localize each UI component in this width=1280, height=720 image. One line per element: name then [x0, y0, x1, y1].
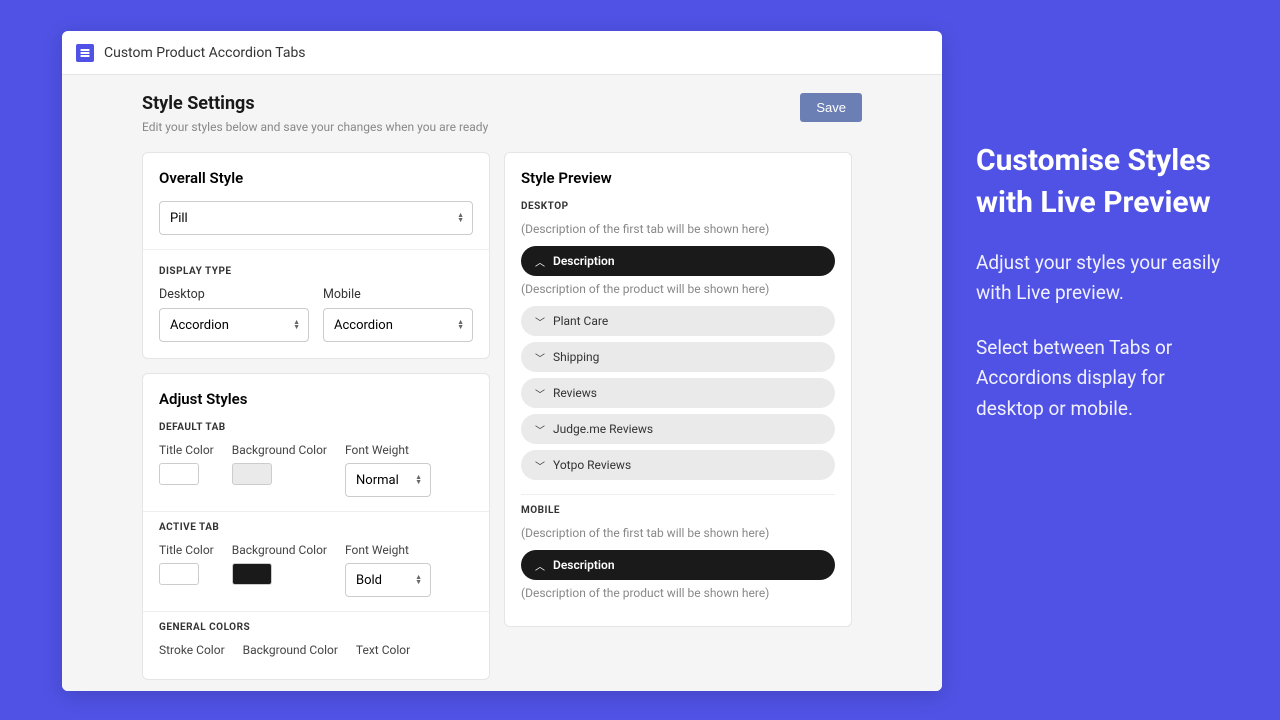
- app-body: Style Settings Edit your styles below an…: [62, 75, 942, 691]
- overall-style-title: Overall Style: [159, 169, 473, 187]
- mobile-display-value: Accordion: [334, 318, 393, 333]
- mobile-accordion-preview: ︿ Description (Description of the product …: [521, 550, 835, 600]
- accordion-item-label: Reviews: [553, 386, 597, 400]
- accordion-item-label: Judge.me Reviews: [553, 422, 653, 436]
- mobile-display-select[interactable]: Accordion ▲▼: [323, 308, 473, 342]
- accordion-item[interactable]: ﹀ Judge.me Reviews: [521, 414, 835, 444]
- app-logo-icon: [76, 44, 94, 62]
- marketing-heading: Customise Styles with Live Preview: [976, 140, 1236, 224]
- page-subtitle: Edit your styles below and save your cha…: [142, 120, 488, 134]
- preview-product-hint: (Description of the product will be show…: [521, 282, 835, 296]
- active-tab-label: ACTIVE TAB: [159, 522, 473, 533]
- default-bg-color-label: Background Color: [232, 443, 327, 457]
- accordion-item-label: Description: [553, 558, 615, 572]
- active-title-color-label: Title Color: [159, 543, 214, 557]
- marketing-para-1: Adjust your styles your easily with Live…: [976, 248, 1236, 309]
- save-button[interactable]: Save: [800, 93, 862, 122]
- app-window: Custom Product Accordion Tabs Style Sett…: [62, 31, 942, 691]
- accordion-item-label: Yotpo Reviews: [553, 458, 631, 472]
- right-column: Style Preview DESKTOP (Description of th…: [504, 152, 852, 680]
- chevron-up-icon: ︿: [535, 254, 545, 269]
- mobile-field-label: Mobile: [323, 287, 473, 302]
- active-font-weight-value: Bold: [356, 573, 382, 588]
- preview-desktop-label: DESKTOP: [521, 201, 835, 212]
- style-preview-title: Style Preview: [521, 169, 835, 187]
- style-preview-card: Style Preview DESKTOP (Description of th…: [504, 152, 852, 627]
- overall-style-card: Overall Style Pill ▲▼ DISPLAY TYPE Deskt…: [142, 152, 490, 359]
- adjust-styles-card: Adjust Styles DEFAULT TAB Title Color Ba…: [142, 373, 490, 680]
- chevron-down-icon: ﹀: [535, 386, 545, 401]
- preview-first-tab-hint-mobile: (Description of the first tab will be sh…: [521, 526, 835, 540]
- display-type-label: DISPLAY TYPE: [159, 266, 473, 277]
- general-colors-label: GENERAL COLORS: [159, 622, 473, 633]
- overall-style-select[interactable]: Pill ▲▼: [159, 201, 473, 235]
- preview-mobile-label: MOBILE: [521, 505, 835, 516]
- select-arrows-icon: ▲▼: [457, 213, 464, 223]
- chevron-down-icon: ﹀: [535, 422, 545, 437]
- active-title-color-swatch[interactable]: [159, 563, 199, 585]
- default-font-weight-label: Font Weight: [345, 443, 431, 457]
- chevron-down-icon: ﹀: [535, 314, 545, 329]
- stroke-color-label: Stroke Color: [159, 643, 225, 657]
- app-title: Custom Product Accordion Tabs: [104, 45, 306, 61]
- default-tab-label: DEFAULT TAB: [159, 422, 473, 433]
- adjust-styles-title: Adjust Styles: [159, 390, 473, 408]
- default-font-weight-value: Normal: [356, 473, 399, 488]
- default-font-weight-select[interactable]: Normal ▲▼: [345, 463, 431, 497]
- active-bg-color-label: Background Color: [232, 543, 327, 557]
- default-title-color-swatch[interactable]: [159, 463, 199, 485]
- accordion-item[interactable]: ﹀ Yotpo Reviews: [521, 450, 835, 480]
- text-color-label: Text Color: [356, 643, 410, 657]
- chevron-up-icon: ︿: [535, 558, 545, 573]
- desktop-accordion-preview: ︿ Description (Description of the product …: [521, 246, 835, 480]
- app-header: Custom Product Accordion Tabs: [62, 31, 942, 75]
- page-title: Style Settings: [142, 93, 488, 114]
- left-column: Overall Style Pill ▲▼ DISPLAY TYPE Deskt…: [142, 152, 490, 680]
- desktop-display-select[interactable]: Accordion ▲▼: [159, 308, 309, 342]
- overall-style-value: Pill: [170, 211, 188, 226]
- select-arrows-icon: ▲▼: [415, 475, 422, 485]
- select-arrows-icon: ▲▼: [457, 320, 464, 330]
- accordion-item[interactable]: ︿ Description: [521, 246, 835, 276]
- accordion-item[interactable]: ﹀ Plant Care: [521, 306, 835, 336]
- active-font-weight-label: Font Weight: [345, 543, 431, 557]
- general-bg-color-label: Background Color: [243, 643, 338, 657]
- accordion-item-label: Description: [553, 254, 615, 268]
- accordion-item-label: Shipping: [553, 350, 599, 364]
- active-bg-color-swatch[interactable]: [232, 563, 272, 585]
- active-font-weight-select[interactable]: Bold ▲▼: [345, 563, 431, 597]
- accordion-item[interactable]: ﹀ Reviews: [521, 378, 835, 408]
- marketing-para-2: Select between Tabs or Accordions displa…: [976, 333, 1236, 424]
- preview-product-hint: (Description of the product will be show…: [521, 586, 835, 600]
- accordion-item-label: Plant Care: [553, 314, 608, 328]
- chevron-down-icon: ﹀: [535, 350, 545, 365]
- chevron-down-icon: ﹀: [535, 458, 545, 473]
- desktop-field-label: Desktop: [159, 287, 309, 302]
- default-title-color-label: Title Color: [159, 443, 214, 457]
- select-arrows-icon: ▲▼: [293, 320, 300, 330]
- preview-first-tab-hint-desktop: (Description of the first tab will be sh…: [521, 222, 835, 236]
- select-arrows-icon: ▲▼: [415, 575, 422, 585]
- marketing-copy: Customise Styles with Live Preview Adjus…: [976, 140, 1236, 448]
- accordion-item[interactable]: ︿ Description: [521, 550, 835, 580]
- accordion-item[interactable]: ﹀ Shipping: [521, 342, 835, 372]
- default-bg-color-swatch[interactable]: [232, 463, 272, 485]
- desktop-display-value: Accordion: [170, 318, 229, 333]
